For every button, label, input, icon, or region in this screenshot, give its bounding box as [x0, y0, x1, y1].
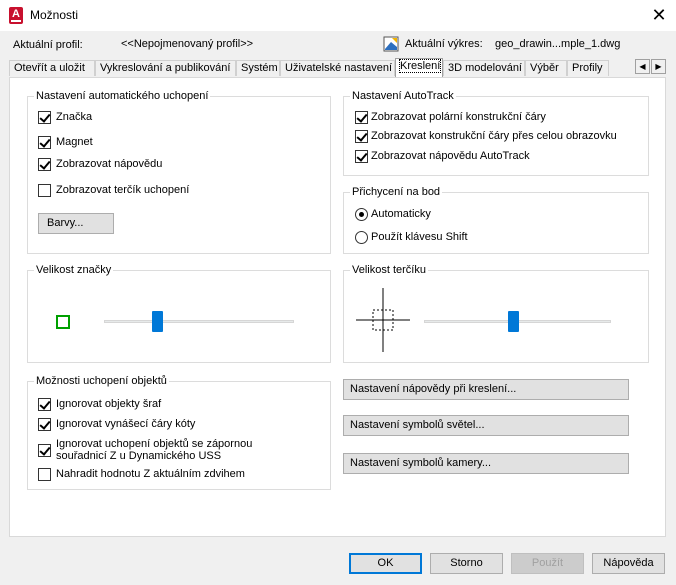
- cancel-button[interactable]: Storno: [430, 553, 503, 574]
- ignore-negative-z-label: Ignorovat uchopení objektů se zápornou s…: [56, 438, 253, 462]
- drafting-tooltip-settings-button[interactable]: Nastavení nápovědy při kreslení...: [343, 379, 629, 400]
- marker-checkbox[interactable]: [38, 111, 51, 124]
- magnet-label: Magnet: [56, 136, 93, 148]
- tab-selection[interactable]: Výběr: [525, 60, 567, 76]
- tab-plot-publish[interactable]: Vykreslování a publikování: [95, 60, 236, 76]
- shift-key-radio[interactable]: [355, 231, 368, 244]
- drawing-value: geo_drawin...mple_1.dwg: [495, 38, 621, 50]
- tab-profiles[interactable]: Profily: [567, 60, 609, 76]
- ignore-dimension-label: Ignorovat vynášecí čáry kóty: [56, 418, 196, 430]
- osnap-options-title: Možnosti uchopení objektů: [34, 375, 169, 387]
- aperture-preview: [356, 288, 410, 352]
- tab-strip: Otevřít a uložit Vykreslování a publikov…: [9, 58, 667, 77]
- marker-size-group: Velikost značky: [27, 264, 331, 363]
- polar-vector-checkbox[interactable]: [355, 111, 368, 124]
- replace-z-checkbox[interactable]: [38, 468, 51, 481]
- aperture-size-group: Velikost terčíku: [343, 264, 649, 363]
- help-button[interactable]: Nápověda: [592, 553, 665, 574]
- autosnap-group: Nastavení automatického uchopení Značka …: [27, 90, 331, 254]
- aperture-size-slider[interactable]: [508, 311, 520, 332]
- tab-scroll-right-icon[interactable]: ▶: [651, 59, 666, 74]
- marker-size-slider[interactable]: [152, 311, 164, 332]
- autotrack-tooltip-label: Zobrazovat nápovědu AutoTrack: [371, 150, 530, 162]
- aperture-size-title: Velikost terčíku: [350, 264, 428, 276]
- aperture-box-label: Zobrazovat terčík uchopení: [56, 184, 190, 196]
- marker-size-title: Velikost značky: [34, 264, 114, 276]
- osnap-options-group: Možnosti uchopení objektů Ignorovat obje…: [27, 375, 331, 490]
- alignment-group: Přichycení na bod Automaticky Použít klá…: [343, 186, 649, 254]
- alignment-title: Přichycení na bod: [350, 186, 443, 198]
- marker-size-track[interactable]: [104, 320, 294, 323]
- tab-system[interactable]: Systém: [236, 60, 280, 76]
- shift-key-label: Použít klávesu Shift: [371, 231, 468, 243]
- fullscreen-vector-checkbox[interactable]: [355, 130, 368, 143]
- ignore-dimension-checkbox[interactable]: [38, 418, 51, 431]
- ignore-negative-z-checkbox[interactable]: [38, 444, 51, 457]
- automatic-radio[interactable]: [355, 208, 368, 221]
- automatic-label: Automaticky: [371, 208, 431, 220]
- colors-button[interactable]: Barvy...: [38, 213, 114, 234]
- title-bar: [0, 0, 676, 31]
- apply-button[interactable]: Použít: [511, 553, 584, 574]
- window-title: Možnosti: [30, 8, 79, 22]
- polar-vector-label: Zobrazovat polární konstrukční čáry: [371, 111, 546, 123]
- ignore-hatch-label: Ignorovat objekty šraf: [56, 398, 162, 410]
- tab-scroll-left-icon[interactable]: ◀: [635, 59, 650, 74]
- replace-z-label: Nahradit hodnotu Z aktuálním zdvihem: [56, 468, 245, 480]
- fullscreen-vector-label: Zobrazovat konstrukční čáry přes celou o…: [371, 130, 617, 142]
- tab-drafting[interactable]: Kreslení: [395, 58, 443, 77]
- cameras-glyph-settings-button[interactable]: Nastavení symbolů kamery...: [343, 453, 629, 474]
- tooltip-label: Zobrazovat nápovědu: [56, 158, 163, 170]
- magnet-checkbox[interactable]: [38, 136, 51, 149]
- close-icon[interactable]: ✕: [645, 3, 673, 27]
- autosnap-title: Nastavení automatického uchopení: [34, 90, 211, 102]
- drawing-file-icon: [383, 36, 399, 52]
- tab-3d-modeling[interactable]: 3D modelování: [443, 60, 525, 76]
- autotrack-group: Nastavení AutoTrack Zobrazovat polární k…: [343, 90, 649, 176]
- autotrack-title: Nastavení AutoTrack: [350, 90, 456, 102]
- autocad-app-icon: A: [9, 7, 23, 24]
- lights-glyph-settings-button[interactable]: Nastavení symbolů světel...: [343, 415, 629, 436]
- marker-preview: [56, 315, 70, 329]
- profile-label: Aktuální profil:: [13, 39, 83, 51]
- autotrack-tooltip-checkbox[interactable]: [355, 150, 368, 163]
- drafting-panel: Nastavení automatického uchopení Značka …: [9, 77, 666, 537]
- tab-open-save[interactable]: Otevřít a uložit: [9, 60, 95, 76]
- drawing-label: Aktuální výkres:: [405, 38, 483, 50]
- aperture-box-checkbox[interactable]: [38, 184, 51, 197]
- marker-label: Značka: [56, 111, 93, 123]
- tooltip-checkbox[interactable]: [38, 158, 51, 171]
- ignore-hatch-checkbox[interactable]: [38, 398, 51, 411]
- profile-value: <<Nepojmenovaný profil>>: [121, 38, 254, 50]
- ok-button[interactable]: OK: [349, 553, 422, 574]
- tab-user-preferences[interactable]: Uživatelské nastavení: [280, 60, 395, 76]
